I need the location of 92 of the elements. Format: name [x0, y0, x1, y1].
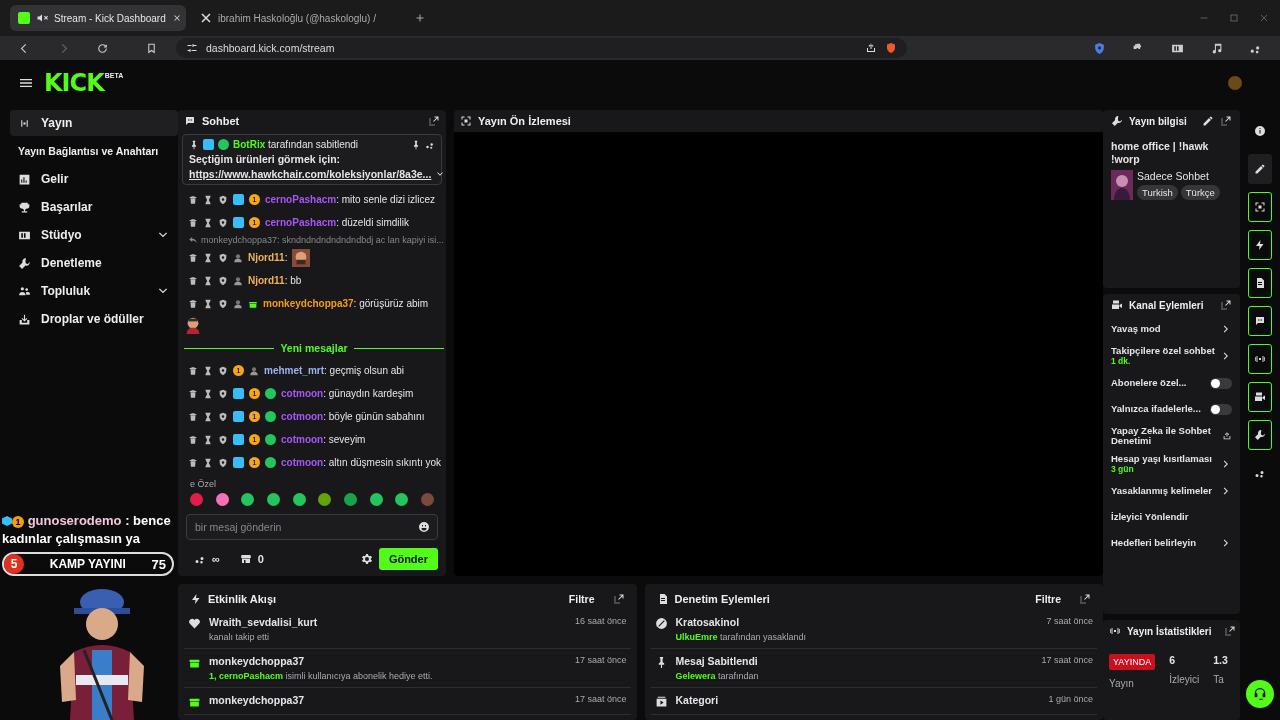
action-label[interactable]: Hesap yaşı kısıtlaması: [1111, 454, 1216, 464]
stat-label: İzleyici: [1169, 674, 1200, 685]
action-label[interactable]: Abonelere özel...: [1111, 378, 1206, 388]
action-value: 3 gün: [1111, 464, 1135, 474]
chat-message: cotmoon: seveyim: [281, 434, 366, 445]
tab-title: ibrahim Haskoloğlu (@haskologlu) /: [218, 12, 377, 24]
chat-message: mehmet_mrt: geçmiş olsun abi: [264, 365, 405, 376]
chat-message: monkeydchoppa37: görüşürüz abim: [263, 298, 429, 309]
pinned-link[interactable]: https://www.hawkchair.com/koleksiyonlar/8a3e...: [189, 168, 432, 180]
event-time: 1 gün önce: [1048, 694, 1093, 704]
action-label[interactable]: Yavaş mod: [1111, 324, 1216, 334]
stat-value: 6: [1169, 654, 1177, 666]
nav-item[interactable]: Droplar ve ödüller: [10, 306, 178, 332]
panel-title: Kanal Eylemleri: [1129, 299, 1204, 311]
emote-category-label: e Özel: [189, 479, 217, 489]
new-messages-divider: Yeni mesajlar: [280, 342, 348, 354]
subscriber-badge: 1: [233, 365, 244, 376]
event-title: Kratosakinol: [675, 616, 741, 628]
subscriber-badge: 1: [249, 434, 260, 445]
subscriber-badge: 1: [249, 217, 260, 228]
chat-message: cotmoon: günaydın kardeşim: [281, 388, 414, 399]
chat-message: cotmoon: böyle günün sabahını: [281, 411, 425, 422]
stat-label: Ta: [1213, 674, 1225, 685]
event-title: monkeydchoppa37: [209, 694, 306, 706]
event-detail: 1, cernoPashacm isimli kullanıcıya abonelik hediye etti.: [209, 671, 434, 681]
reply-preview: monkeydchoppa37: skndndndndndndndbdj ac lan kapiyi isi...: [201, 235, 444, 245]
chat-message: Njord11:: [248, 252, 288, 263]
nav-item[interactable]: Yayın: [10, 110, 178, 136]
event-detail: UlkuEmre tarafından yasaklandı: [675, 632, 808, 642]
action-label[interactable]: Yapay Zeka ile Sohbet Denetimi: [1111, 426, 1218, 446]
action-label[interactable]: İzleyici Yönlendir: [1111, 512, 1232, 522]
nav-item[interactable]: Gelir: [10, 166, 178, 192]
panel-title: Etkinlik Akışı: [208, 593, 277, 605]
subscriber-badge: 1: [249, 411, 260, 422]
chat-message: cernoPashacm: düzeldi simdilik: [265, 217, 409, 228]
action-label[interactable]: Yasaklanmış kelimeler: [1111, 486, 1216, 496]
chat-message: cernoPashacm: mito senle dizi izlicez: [265, 194, 436, 205]
panel-title: Sohbet: [202, 115, 240, 127]
subscriber-badge: 1: [249, 457, 260, 468]
stream-title: home office | !hawk !worp: [1110, 139, 1210, 167]
chat-input[interactable]: bir mesaj gönderin: [186, 514, 438, 540]
subscriber-badge: 1: [249, 388, 260, 399]
subscriber-badge: 1: [249, 194, 260, 205]
action-label[interactable]: Hedefleri belirleyin: [1111, 538, 1216, 548]
chat-message: cotmoon: altın düşmesin sıkıntı yok: [281, 457, 442, 468]
chat-message: Njord11: bb: [248, 275, 302, 286]
url-text: dashboard.kick.com/stream: [206, 42, 335, 54]
nav-item[interactable]: Başarılar: [10, 194, 178, 220]
panel-title: Yayın İstatistikleri: [1127, 625, 1212, 637]
event-detail: kanalı takip etti: [209, 632, 271, 642]
panel-title: Denetim Eylemleri: [674, 593, 770, 605]
nav-item[interactable]: Topluluk: [10, 278, 178, 304]
event-time: 17 saat önce: [1041, 655, 1093, 665]
points-value: ∞: [212, 553, 220, 565]
event-title: monkeydchoppa37: [209, 655, 306, 667]
panel-title: Yayın bilgisi: [1129, 115, 1187, 127]
stat-label: Yayın: [1109, 678, 1135, 689]
tag[interactable]: Turkish: [1137, 185, 1178, 200]
banner-count: 75: [151, 556, 166, 572]
filter-button[interactable]: Filtre: [1029, 592, 1067, 606]
nav-item[interactable]: Stüdyo: [10, 222, 178, 248]
rank-badge: 5: [4, 554, 24, 574]
event-time: 7 saat önce: [1046, 616, 1093, 626]
action-label[interactable]: Yalnızca ifadelerle...: [1111, 404, 1206, 414]
event-time: 16 saat önce: [574, 616, 627, 626]
tag[interactable]: Türkçe: [1180, 185, 1220, 200]
send-button[interactable]: Gönder: [378, 548, 438, 570]
event-time: 17 saat önce: [574, 694, 627, 704]
event-time: 17 saat önce: [574, 655, 627, 665]
live-badge: YAYINDA: [1109, 654, 1156, 670]
event-title: Wraith_sevdalisi_kurt: [209, 616, 319, 628]
nav-item[interactable]: Denetleme: [10, 250, 178, 276]
panel-title: Yayın Ön İzlemesi: [478, 115, 571, 127]
action-label[interactable]: Takipçilere özel sohbet: [1111, 346, 1216, 356]
kick-logo[interactable]: KICK: [44, 69, 104, 97]
action-value: 1 dk.: [1111, 356, 1132, 366]
browser-tab[interactable]: Stream - Kick Dashboard: [10, 5, 186, 31]
event-title: Kategori: [675, 694, 720, 706]
pinned-by-text: BotRix tarafından sabitlendi: [233, 139, 359, 150]
pinned-text: Seçtiğim ürünleri görmek için:: [189, 153, 342, 165]
category-name[interactable]: Sadece Sohbet: [1137, 170, 1220, 182]
overlay-chat-message: 1 gunoserodemo : bence kadınlar çalışmasın ya: [2, 512, 172, 548]
tab-title: Stream - Kick Dashboard: [54, 12, 166, 24]
event-title: Mesaj Sabitlendi: [675, 655, 759, 667]
nav-subitem[interactable]: Yayın Bağlantısı ve Anahtarı: [10, 138, 176, 164]
banner-title: KAMP YAYINI: [48, 557, 127, 571]
store-count: 0: [257, 553, 264, 565]
browser-tab[interactable]: ibrahim Haskoloğlu (@haskologlu) /: [192, 5, 408, 31]
filter-button[interactable]: Filtre: [562, 592, 601, 606]
stat-value: 1.3: [1213, 654, 1228, 666]
event-detail: Gelewera tarafından: [675, 671, 760, 681]
address-bar[interactable]: dashboard.kick.com/stream: [176, 38, 907, 58]
